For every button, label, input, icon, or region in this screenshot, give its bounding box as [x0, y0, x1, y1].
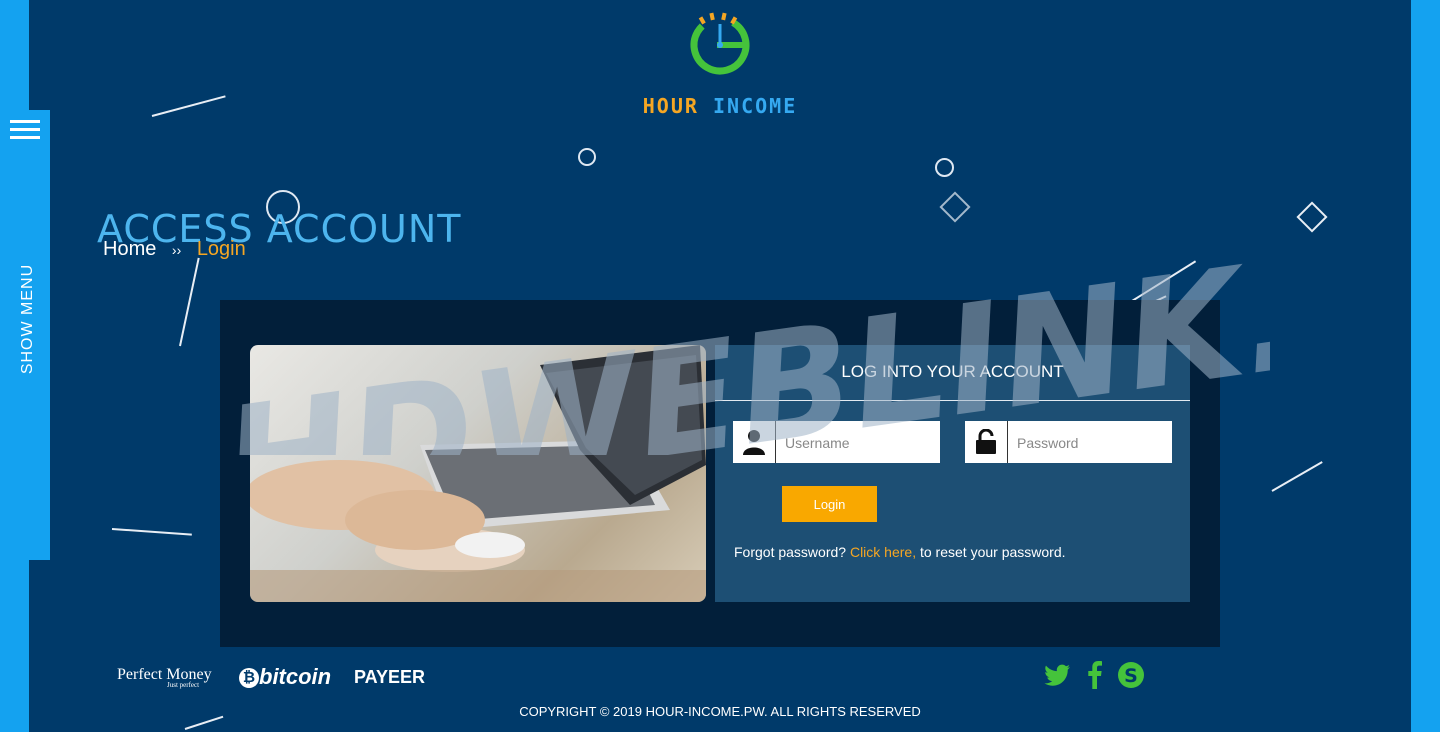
clock-g-logo-icon [690, 12, 750, 75]
copyright-text: COPYRIGHT © 2019 HOUR-INCOME.PW. ALL RIG… [519, 704, 921, 719]
bitcoin-logo: ₿ bitcoin [239, 664, 331, 690]
skype-icon[interactable]: S [1116, 660, 1146, 690]
login-form: LOG INTO YOUR ACCOUNT Login Forgot passw… [715, 345, 1190, 602]
breadcrumb: Home ›› Login [103, 238, 246, 261]
perfect-money-logo: Perfect Money Just perfect [117, 666, 212, 689]
decor-circle [935, 158, 954, 177]
forgot-password-text: Forgot password? Click here, to reset yo… [734, 544, 1066, 560]
decor-line [179, 257, 200, 347]
decor-line [111, 528, 192, 536]
hamburger-icon [10, 120, 40, 140]
decor-diamond [1296, 201, 1328, 233]
bitcoin-name: bitcoin [259, 664, 332, 689]
password-input[interactable] [1015, 421, 1169, 465]
username-field [733, 421, 940, 465]
site-logo[interactable]: HOUR INCOME [615, 12, 825, 118]
decor-line [151, 95, 226, 117]
password-field [965, 421, 1172, 465]
login-form-title: LOG INTO YOUR ACCOUNT [841, 362, 1064, 381]
breadcrumb-current: Login [196, 238, 246, 260]
show-menu-label: SHOW MENU [19, 263, 36, 375]
laptop-photo [250, 345, 706, 602]
right-edge-bar [1411, 0, 1440, 732]
unlock-icon [965, 421, 1008, 463]
login-title-divider [715, 400, 1190, 401]
forgot-prefix: Forgot password? [734, 544, 847, 560]
svg-text:S: S [1124, 665, 1138, 687]
show-menu-toggle[interactable]: SHOW MENU [0, 110, 50, 560]
logo-word-hour: HOUR [642, 94, 699, 118]
site-logo-text: HOUR INCOME [615, 94, 825, 118]
forgot-suffix: to reset your password. [919, 544, 1066, 560]
breadcrumb-separator: ›› [171, 242, 182, 258]
bitcoin-icon: ₿ [239, 668, 259, 688]
decor-diamond [939, 191, 971, 223]
breadcrumb-home-link[interactable]: Home [103, 238, 156, 260]
payeer-logo: PAYEER [354, 667, 426, 687]
perfect-money-tagline: Just perfect [167, 681, 200, 689]
laptop-illustration [250, 345, 706, 602]
facebook-icon[interactable] [1080, 660, 1110, 690]
social-links: S [1042, 660, 1152, 692]
user-icon [733, 421, 776, 463]
twitter-icon[interactable] [1042, 660, 1072, 690]
decor-circle [578, 148, 596, 166]
username-input[interactable] [783, 421, 937, 465]
login-button[interactable]: Login [782, 486, 877, 522]
decor-line [1271, 461, 1323, 492]
reset-password-link[interactable]: Click here, [850, 544, 916, 560]
logo-word-income: INCOME [712, 94, 798, 118]
